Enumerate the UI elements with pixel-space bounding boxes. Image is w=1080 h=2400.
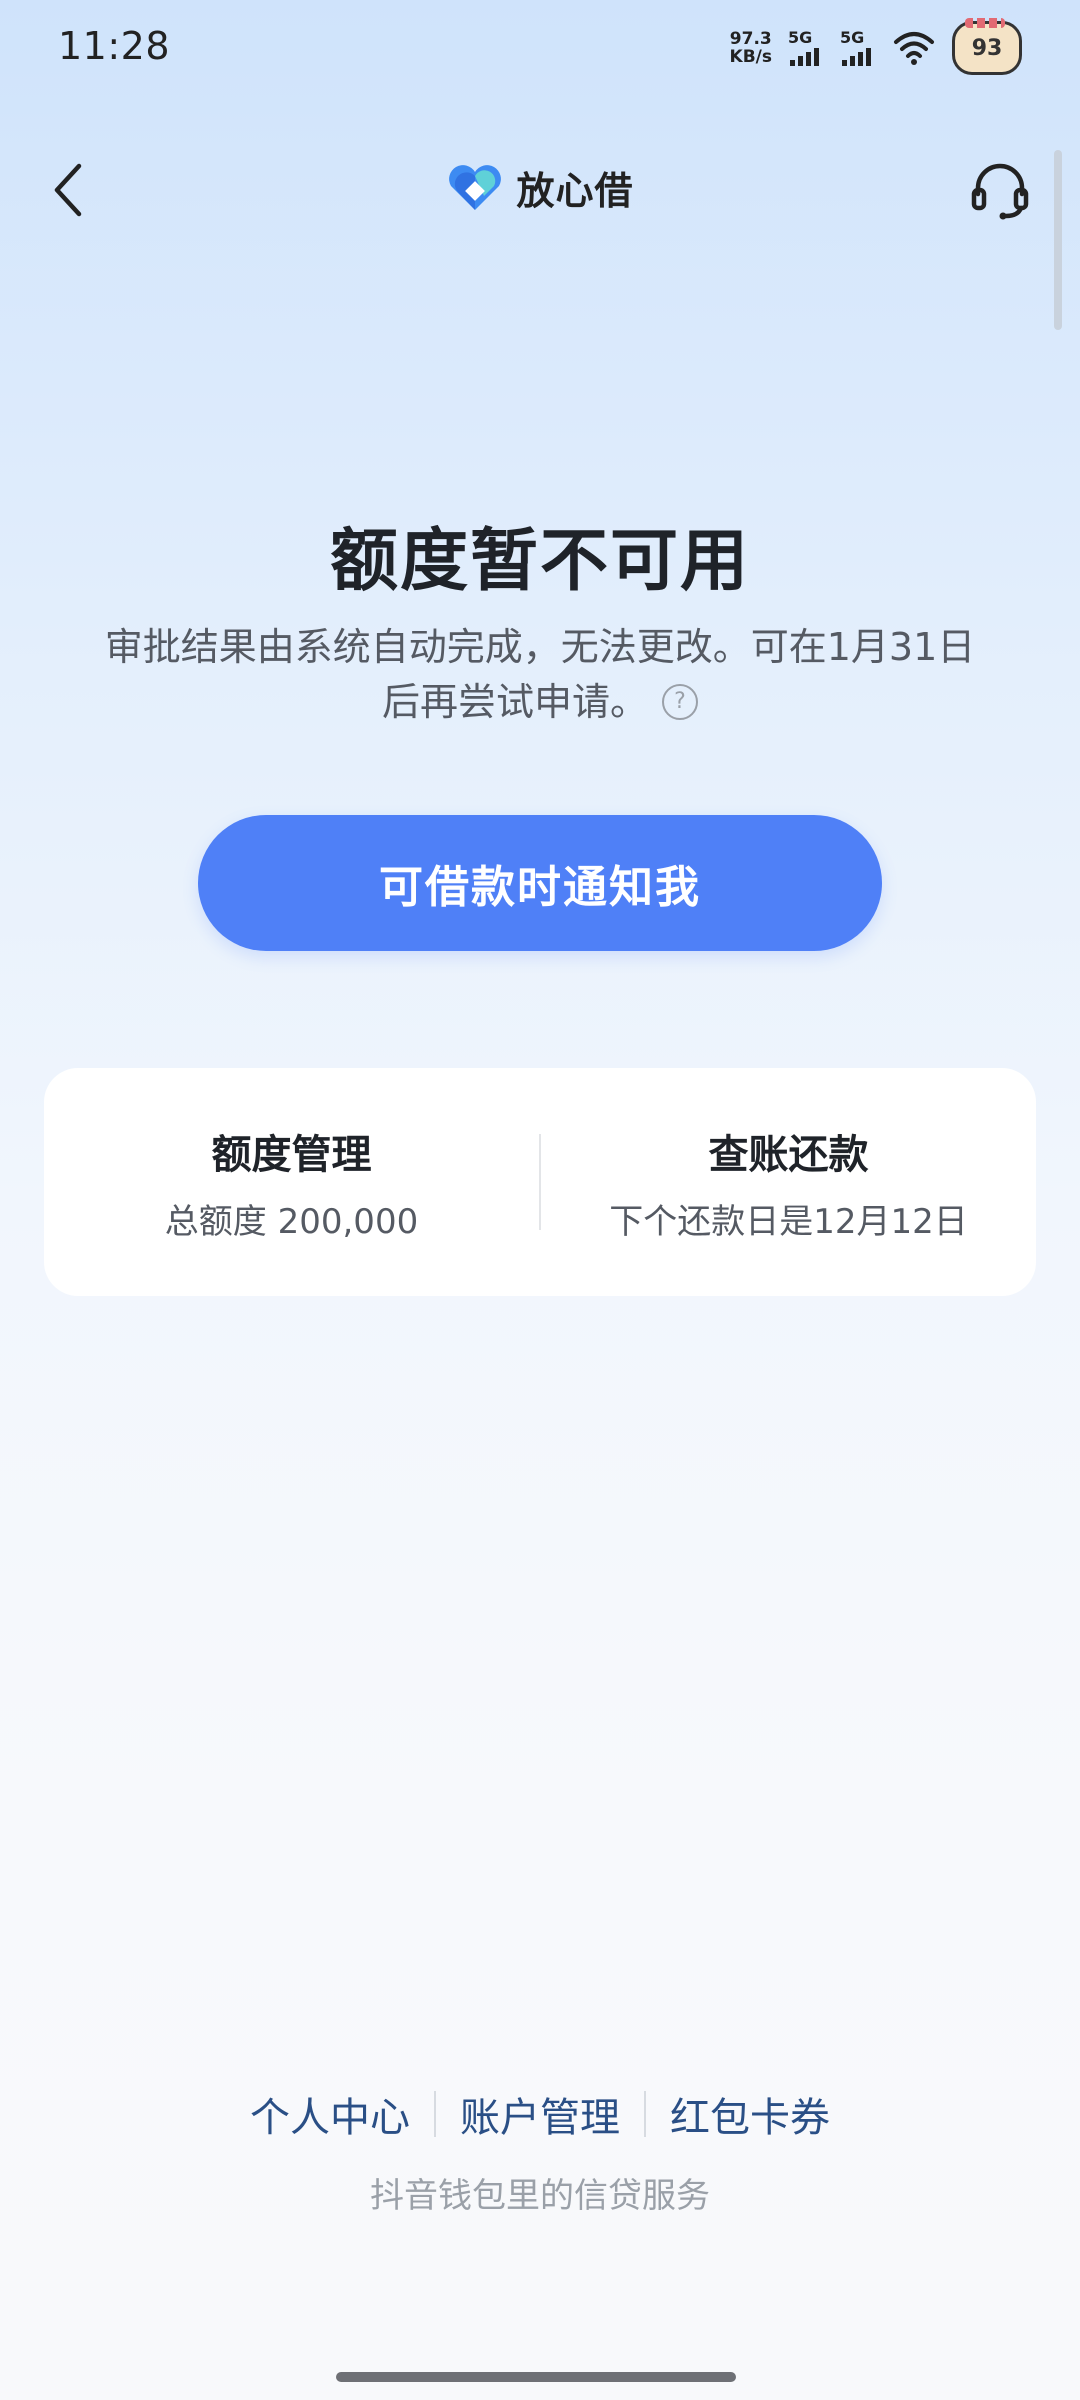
network-speed: 97.3 KB/s: [730, 30, 772, 66]
footer-link-account-management[interactable]: 账户管理: [436, 2085, 644, 2143]
notify-me-button[interactable]: 可借款时通知我: [198, 815, 882, 951]
signal-1-label: 5G: [788, 27, 813, 47]
service-card: 额度管理 总额度 200,000 查账还款 下个还款日是12月12日: [44, 1068, 1036, 1296]
battery-level: 93: [971, 35, 1003, 61]
home-indicator[interactable]: [336, 2372, 736, 2382]
status-icons: 97.3 KB/s 5G 5G 93: [730, 18, 1022, 76]
credit-management-entry[interactable]: 额度管理 总额度 200,000: [44, 1068, 539, 1296]
signal-bars-icon: [790, 47, 819, 66]
total-credit-text: 总额度 200,000: [164, 1201, 419, 1242]
customer-service-button[interactable]: [964, 150, 1036, 230]
brand-name: 放心借: [516, 169, 634, 213]
billing-repayment-entry[interactable]: 查账还款 下个还款日是12月12日: [541, 1068, 1036, 1296]
next-repayment-text: 下个还款日是12月12日: [609, 1201, 968, 1242]
help-icon[interactable]: ?: [662, 683, 698, 720]
network-speed-unit: KB/s: [729, 47, 772, 67]
brand-logo-icon: [449, 164, 502, 210]
footer-link-coupons[interactable]: 红包卡券: [646, 2085, 854, 2143]
signal-2: 5G: [840, 27, 876, 68]
footer-link-personal-center[interactable]: 个人中心: [226, 2085, 434, 2143]
billing-repayment-title: 查账还款: [708, 1131, 869, 1178]
status-description-text: 审批结果由系统自动完成，无法更改。可在1月31日后再尝试申请。: [104, 625, 976, 724]
wifi-icon: [894, 32, 934, 65]
credit-management-title: 额度管理: [211, 1131, 372, 1178]
status-time: 11:28: [58, 24, 171, 68]
signal-bars-icon: [842, 47, 871, 66]
status-description: 审批结果由系统自动完成，无法更改。可在1月31日后再尝试申请。?: [100, 620, 980, 730]
battery-indicator: 93: [952, 18, 1022, 75]
page-title: 额度暂不可用: [329, 522, 750, 601]
footer-note: 抖音钱包里的信贷服务: [370, 2176, 710, 2216]
headset-icon: [971, 163, 1029, 220]
signal-2-label: 5G: [840, 27, 865, 47]
brand: 放心借: [0, 160, 1080, 215]
network-speed-value: 97.3: [729, 29, 772, 49]
footer-links: 个人中心 账户管理 红包卡券: [0, 2085, 1080, 2143]
signal-1: 5G: [788, 27, 824, 68]
